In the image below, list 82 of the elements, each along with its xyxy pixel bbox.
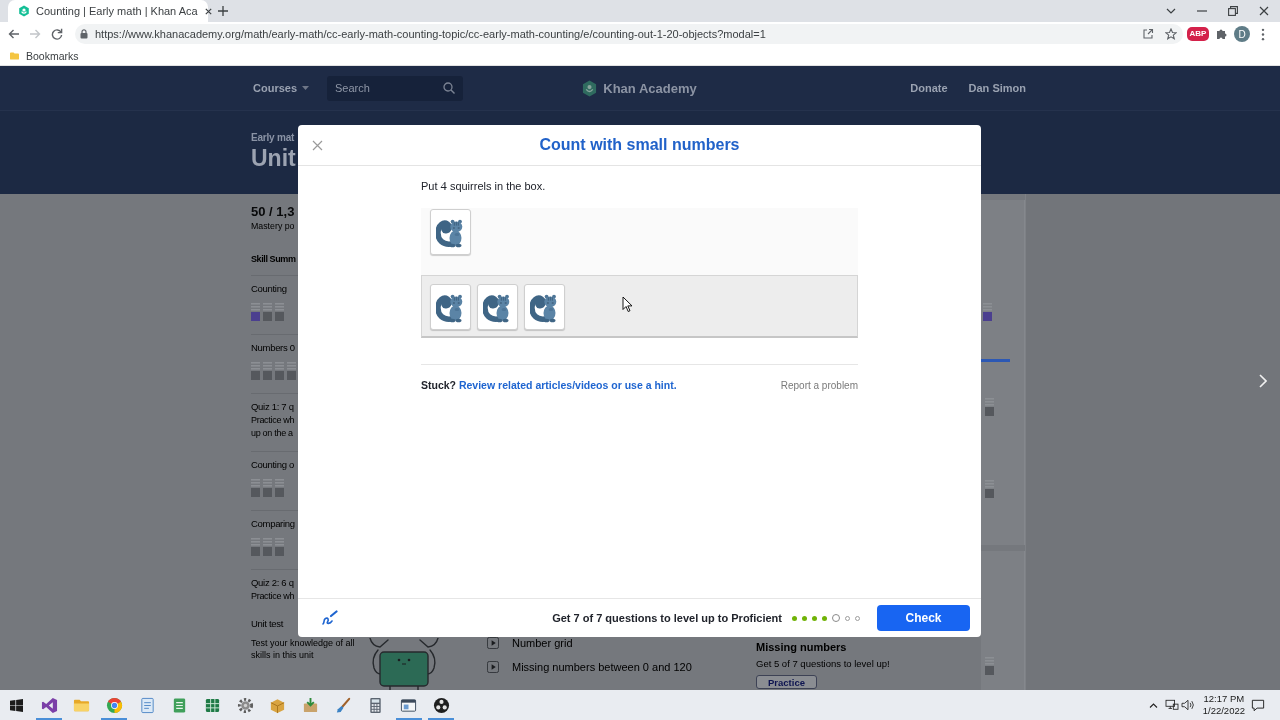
squiggle-pencil-icon[interactable] xyxy=(321,610,339,626)
profile-avatar[interactable]: D xyxy=(1234,26,1250,42)
folder-icon xyxy=(10,51,19,60)
mouse-pointer-icon xyxy=(622,296,633,312)
question-text: Put 4 squirrels in the box. xyxy=(421,180,547,192)
close-icon[interactable] xyxy=(203,6,213,16)
report-link[interactable]: Report a problem xyxy=(780,379,858,391)
accent-line xyxy=(981,359,1010,362)
nav-link[interactable]: Donate xyxy=(910,82,948,94)
squirrel-card[interactable] xyxy=(430,209,471,255)
chevron-up-icon[interactable] xyxy=(1148,702,1158,708)
points-label: Mastery po xyxy=(251,221,295,231)
close-icon[interactable] xyxy=(1259,6,1269,16)
hint-link[interactable]: Review related articles/videos or use a hint. xyxy=(458,379,677,391)
card-subtitle: Get 5 of 7 questions to level up! xyxy=(756,658,890,669)
share-icon[interactable] xyxy=(1142,28,1154,40)
clock-date: 1/22/2022 xyxy=(1202,705,1245,717)
search-field[interactable]: Search xyxy=(327,75,464,101)
description-line: Practice wh xyxy=(251,415,295,425)
document-icon xyxy=(138,696,156,714)
squirrel-card[interactable] xyxy=(477,284,518,330)
chevron-right-icon[interactable] xyxy=(1259,374,1267,388)
spreadsheet-icon xyxy=(203,696,221,714)
hexagon-leaf-icon xyxy=(582,79,598,97)
box-arrow-icon xyxy=(302,696,320,714)
mastery-points: 50 / 1,3 xyxy=(251,204,295,219)
play-icon[interactable] xyxy=(487,661,499,673)
bookmark-folder[interactable]: Bookmarks xyxy=(10,49,79,62)
lock-icon xyxy=(80,29,88,39)
quiz-link[interactable]: Quiz 1: 7 q xyxy=(251,401,294,412)
goal-text: Get 7 of 7 questions to level up to Proficient xyxy=(552,612,782,624)
hexagon-leaf-icon xyxy=(18,5,30,17)
brush-icon xyxy=(334,696,352,714)
speaker-icon[interactable] xyxy=(1180,699,1195,711)
check-button[interactable]: Check xyxy=(877,605,970,631)
lesson-link[interactable]: Number grid xyxy=(512,637,573,649)
home-link[interactable]: Khan Academy xyxy=(582,79,697,97)
window-icon xyxy=(400,696,418,714)
skill-link[interactable]: Numbers 0 xyxy=(251,342,295,353)
back-arrow-icon[interactable] xyxy=(8,28,20,40)
more-menu-icon[interactable] xyxy=(1261,27,1265,41)
gear-icon xyxy=(236,696,254,714)
star-icon[interactable] xyxy=(1165,28,1177,40)
description-text: Test your knowledge of all skills in this unit xyxy=(251,637,356,661)
plus-icon[interactable] xyxy=(218,6,228,16)
search-icon[interactable] xyxy=(443,82,456,94)
description-line: up on the a xyxy=(251,428,293,438)
caret-icon xyxy=(302,86,310,90)
reload-icon[interactable] xyxy=(51,28,63,40)
notification-icon[interactable] xyxy=(1251,698,1265,712)
skill-link[interactable]: Counting o xyxy=(251,459,294,470)
restore-icon[interactable] xyxy=(1228,6,1238,16)
character-drawing xyxy=(368,638,440,690)
practice-button[interactable]: Practice xyxy=(756,675,817,689)
description-line: Practice wh xyxy=(251,591,295,601)
windows-logo-icon[interactable] xyxy=(9,698,23,712)
three-dot-circle-icon xyxy=(432,696,450,714)
adblock-button[interactable]: ABP xyxy=(1187,27,1209,41)
lesson-link[interactable]: Missing numbers between 0 and 120 xyxy=(512,661,692,673)
address-field[interactable]: https://www.khanacademy.org/math/early-math/cc-early-math-counting-topic/cc-early-math-counting/e/counting-out-1-20-objects?modal=1 xyxy=(75,24,1183,44)
exercise-title: Count with small numbers xyxy=(539,135,740,155)
nav-link[interactable]: Dan Simon xyxy=(968,82,1026,94)
chevron-down-icon[interactable] xyxy=(1166,8,1176,14)
unit-title: Unit xyxy=(251,145,296,171)
network-icon[interactable] xyxy=(1164,699,1179,711)
card-title: Missing numbers xyxy=(756,641,847,653)
courses-menu[interactable]: Courses xyxy=(253,82,310,94)
skill-link[interactable]: Counting xyxy=(251,283,287,294)
squirrel-card[interactable] xyxy=(430,284,471,330)
play-icon[interactable] xyxy=(487,637,499,649)
skill-link[interactable]: Comparing xyxy=(251,518,295,529)
package-icon xyxy=(269,696,287,714)
ribbon-icon xyxy=(40,696,58,714)
subject-title: Early mat xyxy=(251,132,295,143)
browser-icon xyxy=(105,696,123,714)
help-text: Stuck? Review related articles/videos or use a hint. xyxy=(421,378,677,392)
clock-time: 12:17 PM xyxy=(1203,693,1245,705)
section-heading: Skill Summ xyxy=(251,254,296,264)
quiz-link[interactable]: Quiz 2: 6 q xyxy=(251,577,294,588)
squirrel-card[interactable] xyxy=(524,284,565,330)
puzzle-icon[interactable] xyxy=(1215,28,1227,40)
test-link[interactable]: Unit test xyxy=(251,618,284,629)
